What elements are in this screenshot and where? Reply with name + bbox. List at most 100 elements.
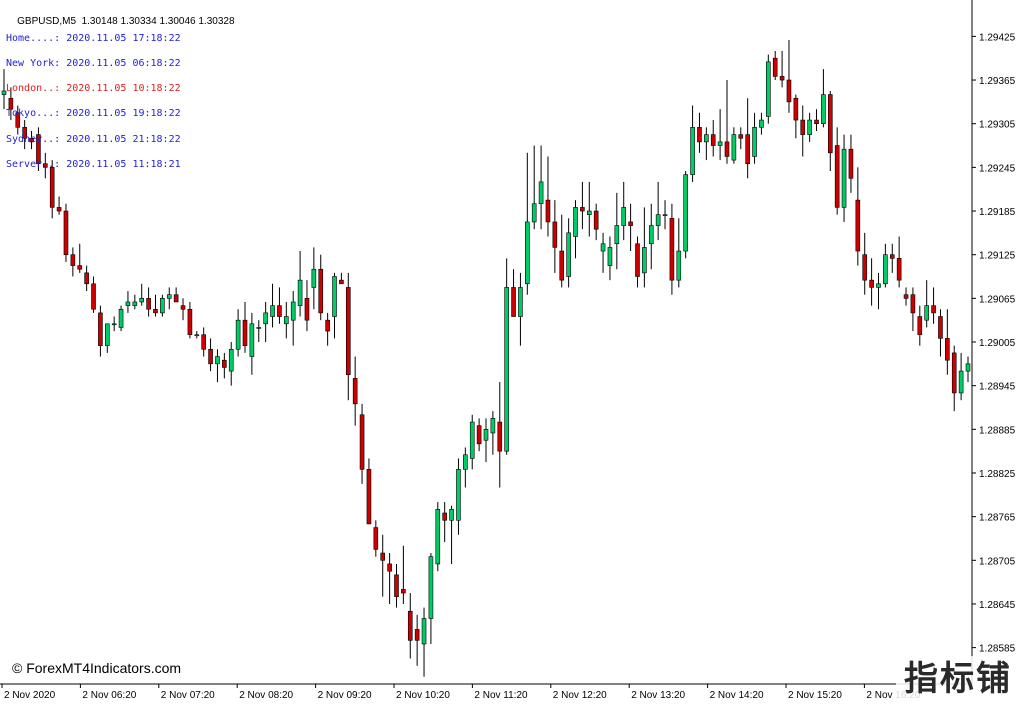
price-tick-label: 1.29245: [979, 163, 1016, 174]
candle-body-bear: [862, 254, 868, 281]
candle-body-bear: [153, 308, 158, 314]
clock-row-home: Home....: 2020.11.05 17:18:22: [6, 32, 181, 44]
candle-body-bull: [490, 418, 496, 434]
candle-body-bear: [187, 308, 193, 336]
candle-body-bull: [297, 279, 303, 306]
candle-body-bear: [814, 119, 819, 125]
candle-body-bull: [463, 454, 468, 470]
candle-body-bear: [738, 134, 744, 139]
candle-body-bear: [77, 265, 83, 270]
candle: [504, 258, 509, 455]
time-tick-label: 2 Nov 10:20: [396, 690, 450, 701]
candle-body-bull: [965, 363, 971, 372]
clock-row-london: London..: 2020.11.05 10:18:22: [6, 84, 181, 94]
candle-body-bull: [118, 308, 124, 328]
candle-body-bear: [201, 334, 206, 350]
candle-body-bear: [242, 319, 248, 346]
candle-body-bear: [917, 316, 923, 336]
candle-body-bull: [435, 509, 441, 565]
candle-body-bear: [70, 254, 76, 266]
candle-body-bear: [896, 258, 902, 281]
candle-body-bear: [98, 312, 103, 346]
candle-body-bear: [339, 279, 344, 285]
candle-body-bull: [256, 327, 262, 329]
candle-body-bear: [951, 352, 957, 394]
clock-row-new-york: New York: 2020.11.05 06:18:22: [6, 58, 181, 70]
candle-body-bear: [318, 268, 324, 314]
candle-body-bear: [359, 414, 365, 470]
time-tick-label: 2 Nov 14:20: [710, 690, 764, 701]
price-tick-label: 1.29125: [979, 251, 1016, 262]
candle-body-bull: [821, 94, 826, 125]
candle-body-bull: [600, 243, 606, 252]
candle-body-bull: [166, 294, 172, 299]
candle: [118, 305, 124, 332]
candle-body-bull: [655, 214, 661, 226]
candle-body-bear: [325, 319, 330, 332]
candle-body-bear: [793, 97, 799, 121]
candle-body-bear: [710, 134, 716, 146]
candle-body-bull: [483, 429, 489, 441]
candle-body-bear: [697, 127, 702, 143]
candle-body-bull: [469, 421, 475, 459]
candle-body-bear: [628, 221, 633, 226]
candle-body-bull: [531, 203, 537, 223]
candle-body-bull: [125, 301, 131, 306]
candle-body-bull: [752, 127, 757, 157]
candle-body-bear: [635, 243, 640, 277]
clock-value: 2020.11.05 21:18:22: [66, 133, 181, 145]
price-tick-label: 1.29065: [979, 294, 1016, 305]
candle-body-bear: [56, 207, 62, 212]
candle-body-bear: [277, 305, 282, 317]
candle-body-bull: [215, 356, 220, 365]
candle-body-bull: [766, 61, 771, 117]
candle-body-bull: [421, 618, 427, 645]
candle-body-bull: [311, 268, 317, 288]
clock-value: 2020.11.05 11:18:21: [66, 158, 181, 170]
price-tick-label: 1.28885: [979, 425, 1016, 436]
clock-row-sydney: Sydney..: 2020.11.05 21:18:22: [6, 133, 181, 145]
candle-body-bear: [910, 294, 916, 314]
candle-body-bull: [249, 323, 255, 357]
price-tick-label: 1.29365: [979, 76, 1016, 87]
candle-body-bull: [290, 301, 296, 321]
candle-body-bull: [525, 221, 530, 285]
candle-body-bear: [304, 298, 310, 321]
candle: [766, 54, 771, 124]
candle-body-bear: [511, 287, 516, 317]
candle-body-bull: [586, 210, 592, 215]
candle-body-bull: [676, 250, 682, 281]
candle-body-bear: [945, 338, 950, 361]
candle: [683, 171, 688, 259]
candle-body-bull: [160, 298, 165, 314]
candle-body-bull: [573, 207, 578, 237]
clock-label: Home....:: [6, 32, 61, 44]
candle-body-bear: [786, 79, 792, 103]
candle-body-bull: [332, 276, 337, 317]
candle: [435, 502, 441, 572]
candle-body-bull: [284, 316, 289, 325]
candle-body-bull: [662, 214, 668, 216]
candle-body-bear: [669, 217, 675, 281]
candle-body-bear: [903, 294, 909, 299]
candle-body-bear: [84, 272, 89, 285]
candle-body-bull: [235, 319, 241, 350]
candle-body-bear: [380, 552, 386, 561]
candle-body-bull: [690, 127, 695, 175]
clock-value: 2020.11.05 06:18:22: [66, 58, 181, 70]
candle-body-bear: [869, 279, 874, 288]
candle-body-bear: [173, 294, 179, 303]
candle-body-bear: [559, 250, 565, 281]
clock-label: Sydney..:: [6, 133, 61, 145]
candle-body-bear: [552, 221, 558, 248]
candle-body-bear: [889, 254, 895, 259]
price-tick-label: 1.28645: [979, 600, 1016, 611]
time-tick-label: 2 Nov 15:20: [788, 690, 842, 701]
candle-body-bull: [731, 134, 737, 161]
candle-body-bull: [538, 181, 544, 205]
candle-body-bull: [876, 283, 881, 288]
price-tick-label: 1.29185: [979, 207, 1016, 218]
candle-body-bear: [442, 512, 447, 521]
candle-body-bear: [779, 76, 785, 81]
candle-body-bear: [848, 148, 854, 179]
